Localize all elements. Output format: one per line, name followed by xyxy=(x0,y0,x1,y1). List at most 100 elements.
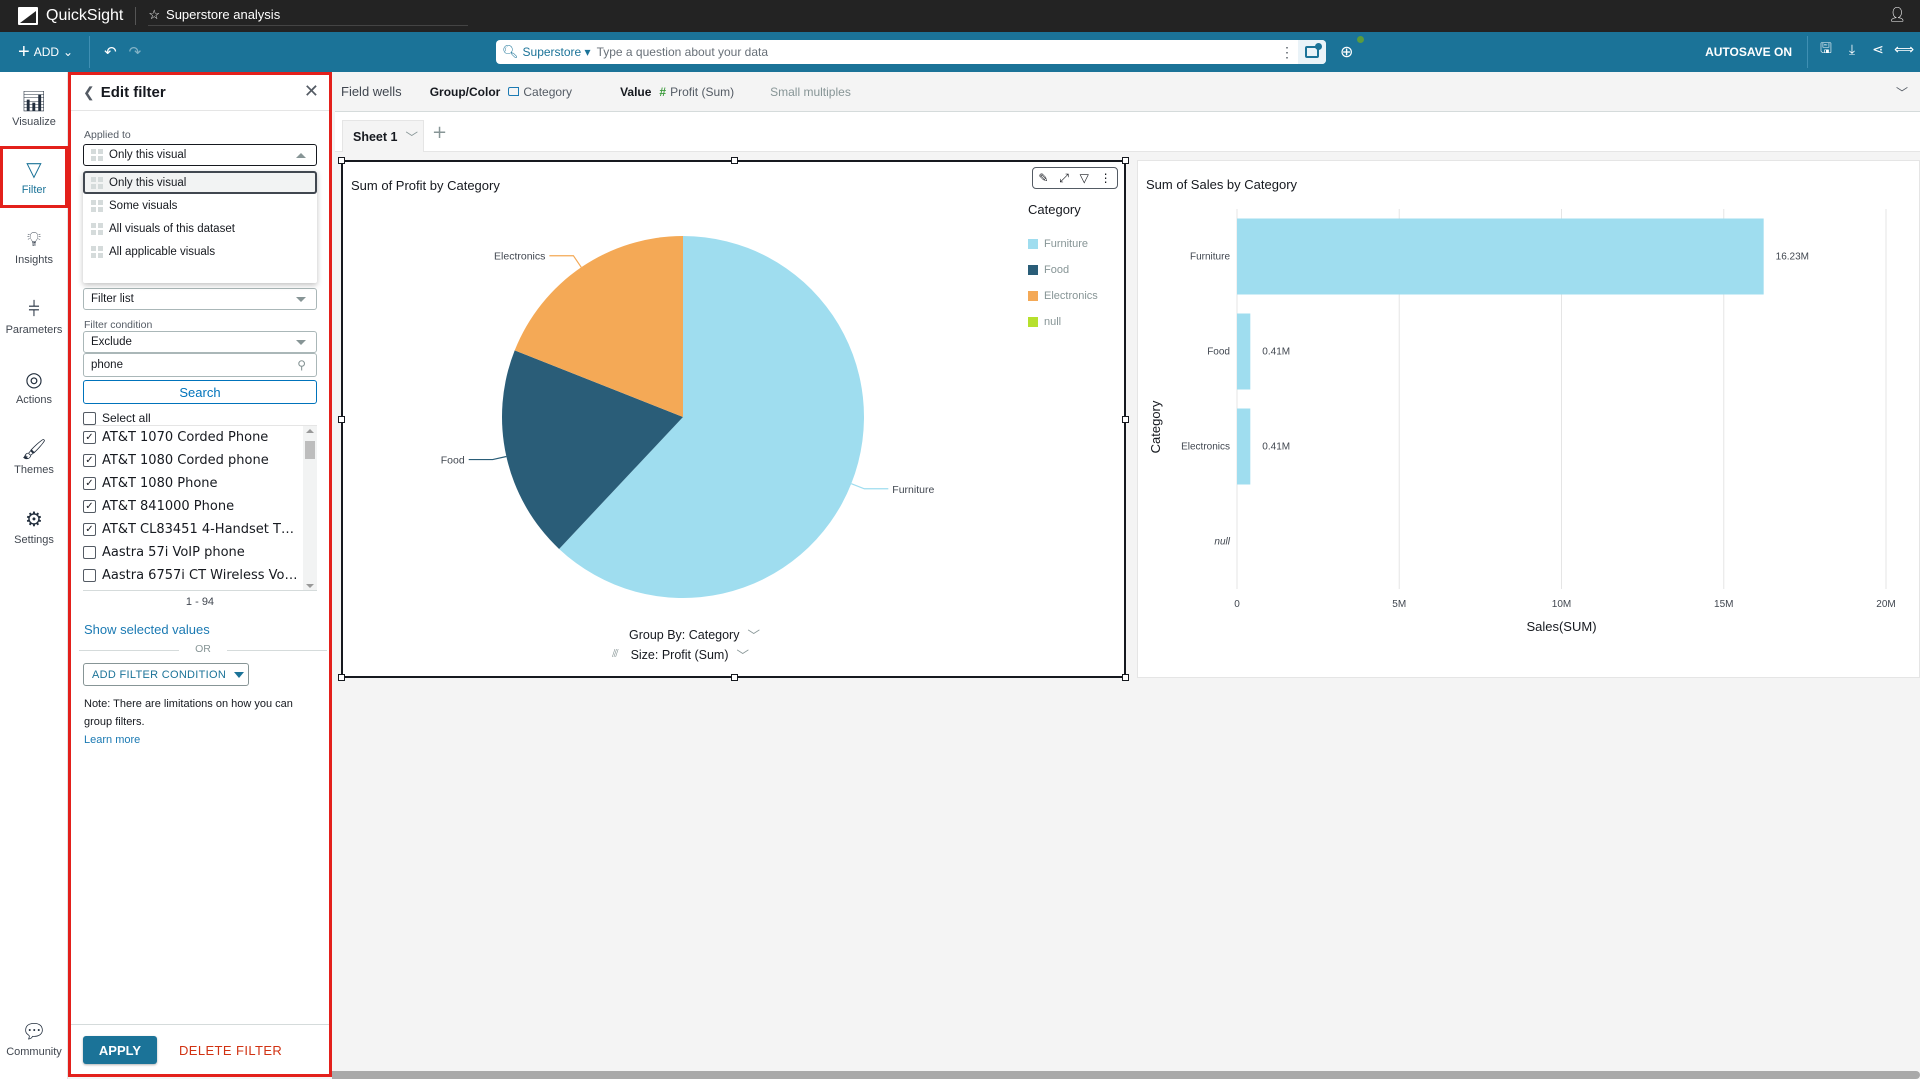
option-label: Only this visual xyxy=(109,176,187,189)
dropdown-option[interactable]: All visuals of this dataset xyxy=(83,217,317,240)
resize-handle[interactable] xyxy=(731,157,738,164)
resize-handle[interactable] xyxy=(1122,157,1129,164)
apply-button[interactable]: APPLY xyxy=(83,1036,157,1064)
more-options-icon[interactable]: ⋮ xyxy=(1100,171,1112,185)
dropdown-option[interactable]: Only this visual xyxy=(83,171,317,194)
dropdown-option[interactable]: All applicable visuals xyxy=(83,240,317,263)
chevron-down-icon[interactable]: ﹀ xyxy=(405,127,418,146)
filter-condition-select[interactable]: Exclude xyxy=(83,331,317,353)
nav-insights[interactable]: 💡︎ Insights xyxy=(0,216,68,278)
checkbox[interactable] xyxy=(83,546,96,559)
analysis-title[interactable]: ☆ Superstore analysis xyxy=(148,7,469,26)
q-search-bar[interactable]: 🔍︎ Superstore ▾ Type a question about yo… xyxy=(496,40,1326,64)
user-icon[interactable]: 👤︎ xyxy=(1888,7,1906,23)
legend-item[interactable]: Food xyxy=(1028,257,1098,283)
q-input[interactable]: Type a question about your data xyxy=(597,45,768,59)
value-list-item[interactable]: ✓ AT&T 1080 Phone xyxy=(83,472,317,495)
value-list-item[interactable]: ✓ AT&T CL83451 4-Handset T… xyxy=(83,518,317,541)
legend-item[interactable]: Furniture xyxy=(1028,231,1098,257)
undo-icon[interactable]: ↶ xyxy=(104,43,117,61)
nav-actions[interactable]: ◎ Actions xyxy=(0,356,68,418)
topic-button[interactable] xyxy=(1298,40,1326,64)
bar-data-label: 0.41M xyxy=(1262,347,1290,358)
field-wells[interactable]: Field wells Group/Color Category Value #… xyxy=(335,72,1920,112)
analysis-title-text: Superstore analysis xyxy=(166,7,281,22)
checkbox-checked[interactable]: ✓ xyxy=(83,523,96,536)
tab-sheet-1[interactable]: Sheet 1 ﹀ xyxy=(342,120,424,152)
nav-settings[interactable]: ⚙ Settings xyxy=(0,496,68,558)
dropdown-option[interactable]: Some visuals xyxy=(83,194,317,217)
value-search-input[interactable]: phone ⚲ xyxy=(83,353,317,377)
list-scrollbar[interactable] xyxy=(303,426,317,590)
legend-label: null xyxy=(1044,316,1062,328)
filter-type-select[interactable]: Filter list xyxy=(83,288,317,310)
back-icon[interactable]: ❮ xyxy=(83,84,95,101)
value-field[interactable]: # Profit (Sum) xyxy=(659,85,734,99)
add-sheet-icon[interactable]: + xyxy=(432,122,447,143)
value-list-item[interactable]: ✓ AT&T 1080 Corded phone xyxy=(83,449,317,472)
value-list-item[interactable]: ✓ AT&T 841000 Phone xyxy=(83,495,317,518)
add-filter-condition-button[interactable]: ADD FILTER CONDITION xyxy=(83,663,249,686)
nav-visualize[interactable]: 📊︎ Visualize xyxy=(0,78,68,140)
legend-item[interactable]: null xyxy=(1028,309,1098,335)
resize-handle[interactable] xyxy=(1122,416,1129,423)
edit-icon[interactable]: ✎ xyxy=(1038,171,1048,185)
filter-icon[interactable]: ▽ xyxy=(1080,171,1089,185)
checkbox-checked[interactable]: ✓ xyxy=(83,477,96,490)
q-dataset-select[interactable]: Superstore ▾ xyxy=(523,45,591,59)
bar-chart-visual[interactable]: Sum of Sales by Category 0 5M 10M 15M 20M Fur… xyxy=(1137,160,1920,678)
autosave-toggle[interactable]: AUTOSAVE ON xyxy=(1705,45,1792,59)
scroll-down-icon[interactable] xyxy=(306,584,314,588)
scroll-thumb[interactable] xyxy=(305,441,315,459)
resize-handle[interactable] xyxy=(1122,674,1129,681)
redo-icon[interactable]: ↷ xyxy=(129,43,142,61)
quicksight-logo[interactable]: QuickSight xyxy=(18,7,123,25)
checkbox-checked[interactable]: ✓ xyxy=(83,500,96,513)
small-multiples-well[interactable]: Small multiples xyxy=(770,85,851,99)
star-icon[interactable]: ☆ xyxy=(148,7,160,23)
nav-themes[interactable]: 🖌︎ Themes xyxy=(0,426,68,488)
scroll-up-icon[interactable] xyxy=(306,429,314,433)
resize-handle[interactable] xyxy=(338,157,345,164)
checkbox-checked[interactable]: ✓ xyxy=(83,431,96,444)
group-color-field[interactable]: Category xyxy=(508,85,572,99)
x-tick-label: 5M xyxy=(1392,599,1406,610)
export-icon[interactable]: ⤓ xyxy=(1844,42,1860,58)
save-icon[interactable]: 🖫 xyxy=(1818,41,1834,58)
group-by-control[interactable]: Group By: Category ﹀ xyxy=(629,625,760,644)
pie-chart-visual[interactable]: Sum of Profit by Category ✎ ⤢ ▽ ⋮ Furnit… xyxy=(338,157,1129,681)
chevron-down-icon[interactable]: ﹀ xyxy=(1896,84,1908,101)
select-all-checkbox[interactable]: Select all xyxy=(83,411,317,426)
add-label: ADD xyxy=(33,45,60,59)
legend-item[interactable]: Electronics xyxy=(1028,283,1098,309)
expand-icon[interactable]: ⤢ xyxy=(1059,171,1069,186)
checkbox[interactable] xyxy=(83,411,96,425)
value-list-item[interactable]: ✓ AT&T 1070 Corded Phone xyxy=(83,426,317,449)
learn-more-link[interactable]: Learn more xyxy=(84,731,316,749)
nav-parameters[interactable]: ⫩ Parameters xyxy=(0,286,68,348)
show-selected-link[interactable]: Show selected values xyxy=(84,622,210,637)
resize-handle[interactable] xyxy=(338,674,345,681)
nav-filter[interactable]: ▽ Filter xyxy=(0,146,68,208)
applied-to-select[interactable]: Only this visual xyxy=(83,144,317,166)
checkbox[interactable] xyxy=(83,569,96,582)
option-label: Some visuals xyxy=(109,199,178,212)
resize-handle[interactable] xyxy=(731,674,738,681)
nav-community[interactable]: 💬︎ Community xyxy=(0,1008,68,1070)
horizontal-scrollbar[interactable] xyxy=(332,1071,1920,1079)
fit-width-icon[interactable]: ⟺ xyxy=(1894,42,1914,58)
add-button[interactable]: + ADD ⌄ xyxy=(18,42,73,62)
applied-to-dropdown: Only this visual Some visuals All visual… xyxy=(83,171,317,283)
value-list-item[interactable]: Aastra 6757i CT Wireless Vo… xyxy=(83,564,317,587)
checkbox-checked[interactable]: ✓ xyxy=(83,454,96,467)
sort-icon[interactable]: ⫻ xyxy=(612,648,619,661)
add-question-icon[interactable]: ⊕ xyxy=(1340,42,1353,61)
search-button[interactable]: Search xyxy=(83,380,317,404)
edit-filter-panel: ❮ Edit filter ✕ Applied to Only this vis… xyxy=(68,72,332,1077)
delete-filter-button[interactable]: DELETE FILTER xyxy=(179,1043,282,1058)
close-icon[interactable]: ✕ xyxy=(304,81,319,102)
share-icon[interactable]: ⋖ xyxy=(1870,42,1886,58)
more-options-icon[interactable]: ⋮ xyxy=(1280,44,1294,61)
value-list-item[interactable]: Aastra 57i VoIP phone xyxy=(83,541,317,564)
size-control[interactable]: ⫻ Size: Profit (Sum) ﹀ xyxy=(612,645,749,664)
